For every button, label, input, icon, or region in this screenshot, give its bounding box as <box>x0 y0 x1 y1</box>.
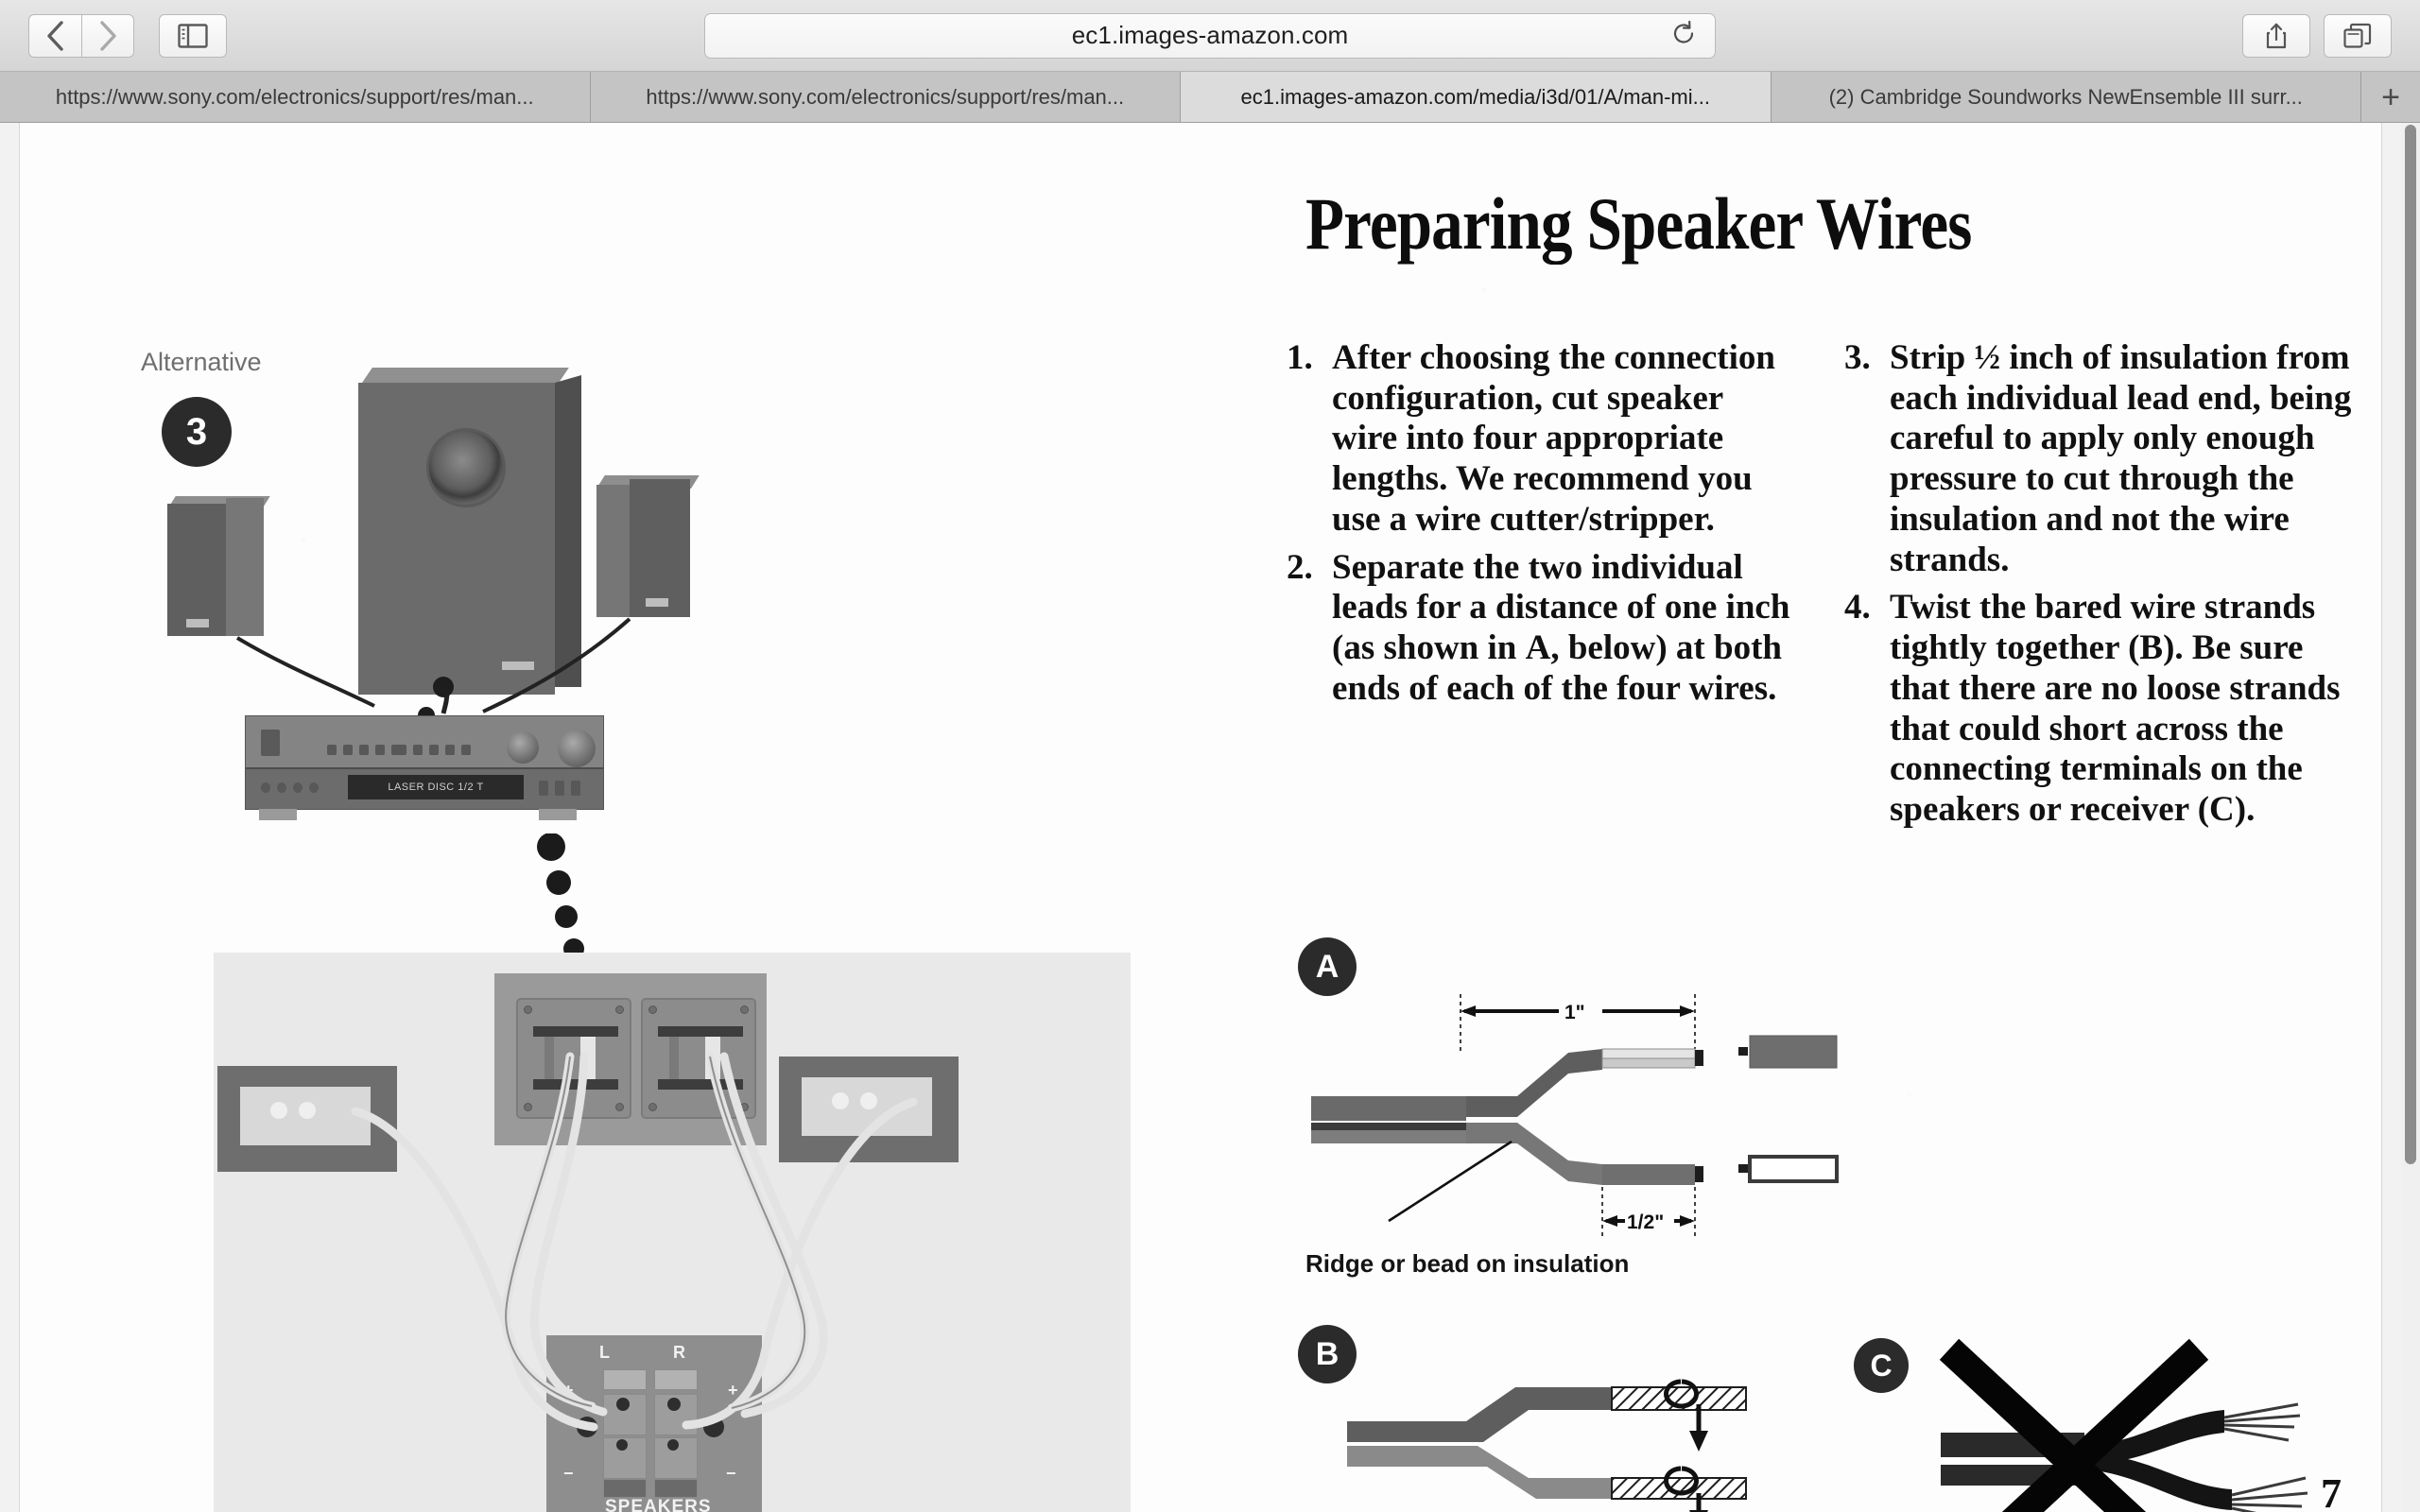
tab-3[interactable]: (2) Cambridge Soundworks NewEnsemble III… <box>1771 72 2361 122</box>
terminal-label-left: L <box>599 1343 611 1362</box>
instructions-column: Preparing Speaker Wires 1. After choosin… <box>1287 123 2381 1512</box>
receiver: LASER DISC 1/2 T <box>245 715 604 820</box>
left-satellite-logo <box>186 619 209 627</box>
terminal-block-caption: SPEAKERS <box>605 1497 712 1512</box>
step-item: 1. After choosing the connection configu… <box>1287 338 1795 541</box>
sidebar-button-wrap <box>159 13 227 58</box>
left-figure-column: Alternative 3 LASER DISC 1/2 T L R + + −… <box>20 123 1287 1512</box>
tab-bar: https://www.sony.com/electronics/support… <box>0 72 2420 123</box>
figure-b: B <box>1298 1325 1827 1512</box>
in-wall-wiring-photo: L R + + − − SPEAKERS <box>214 953 1131 1512</box>
terminal-plus-left: + <box>563 1381 575 1400</box>
tab-label: ec1.images-amazon.com/media/i3d/01/A/man… <box>1240 84 1710 109</box>
tab-overview-button[interactable] <box>2324 13 2392 58</box>
terminal-minus-left: − <box>563 1464 575 1483</box>
wall-plate-right <box>641 998 756 1119</box>
receiver-foot-right <box>539 809 577 820</box>
tab-1[interactable]: https://www.sony.com/electronics/support… <box>590 72 1181 122</box>
share-button[interactable] <box>2242 13 2310 58</box>
step-text: Separate the two individual leads for a … <box>1332 547 1790 708</box>
figure-a-artwork <box>1311 994 1839 1238</box>
receiver-lower-buttons <box>261 782 319 793</box>
receiver-knob-selector <box>507 731 539 764</box>
vertical-scrollbar-thumb[interactable] <box>2405 125 2416 1164</box>
browser-toolbar: ec1.images-amazon.com <box>0 0 2420 72</box>
tab-overview-icon <box>2343 23 2372 49</box>
tab-label: https://www.sony.com/electronics/support… <box>646 84 1125 109</box>
dotted-connector <box>537 833 584 959</box>
step-item: 2. Separate the two individual leads for… <box>1287 548 1795 710</box>
reload-icon[interactable] <box>1671 20 1696 51</box>
left-satellite-body <box>167 504 232 636</box>
receiver-transport-buttons <box>539 781 580 796</box>
right-satellite-face <box>630 479 690 617</box>
scanned-manual-page: Alternative 3 LASER DISC 1/2 T L R + + −… <box>19 123 2382 1512</box>
share-icon <box>2264 22 2289 50</box>
step-text: Twist the bared wire strands tightly tog… <box>1890 588 2341 830</box>
receiver-button-row-1 <box>327 745 401 755</box>
step-item: 3. Strip ½ inch of insulation from each … <box>1844 338 2353 580</box>
chevron-right-icon <box>97 20 118 52</box>
sidebar-icon <box>178 23 208 48</box>
step-number: 3. <box>1844 338 1871 377</box>
safari-window: ec1.images-amazon.com https://www.sony.c… <box>0 0 2420 1512</box>
step-number: 4. <box>1844 588 1871 627</box>
figure-b-artwork <box>1347 1379 1747 1512</box>
tab-2-active[interactable]: ec1.images-amazon.com/media/i3d/01/A/man… <box>1181 72 1772 122</box>
terminal-minus-right: − <box>726 1464 737 1483</box>
subwoofer-logo <box>502 662 534 670</box>
page-title: Preparing Speaker Wires <box>1305 182 1972 266</box>
step-item: 4. Twist the bared wire strands tightly … <box>1844 588 2353 830</box>
vertical-scrollbar-track[interactable] <box>2401 123 2420 1512</box>
subwoofer-driver <box>426 428 506 507</box>
right-satellite-logo <box>646 598 668 607</box>
tab-label: (2) Cambridge Soundworks NewEnsemble III… <box>1828 84 2303 109</box>
receiver-power-button <box>261 730 280 756</box>
show-sidebar-button[interactable] <box>159 13 227 58</box>
receiver-display-text: LASER DISC 1/2 T <box>388 782 484 793</box>
terminal-label-right: R <box>673 1343 686 1362</box>
figure-c-artwork <box>1939 1338 2308 1512</box>
figure-c: C <box>1854 1334 2381 1512</box>
address-bar-url: ec1.images-amazon.com <box>1071 21 1349 49</box>
figure-a-dimension-top: 1" <box>1564 1002 1585 1023</box>
figure-a-dimension-bottom: 1/2" <box>1627 1211 1665 1233</box>
tab-0[interactable]: https://www.sony.com/electronics/support… <box>0 72 591 122</box>
figure-a: A 1" 1/2" Ridge or bead on insulation <box>1298 937 1884 1297</box>
wall-plate-left <box>516 998 631 1119</box>
left-satellite-face <box>226 498 264 636</box>
speaker-terminal-block: L R + + − − SPEAKERS <box>546 1335 762 1512</box>
chevron-left-icon <box>45 20 66 52</box>
forward-button[interactable] <box>81 13 134 58</box>
toolbar-right-buttons <box>2242 13 2392 58</box>
address-bar[interactable]: ec1.images-amazon.com <box>704 12 1716 59</box>
receiver-foot-left <box>259 809 297 820</box>
step-number: 2. <box>1287 547 1313 587</box>
receiver-knob-volume <box>558 730 596 767</box>
new-tab-button[interactable]: + <box>2361 72 2420 122</box>
terminal-plus-right: + <box>728 1381 739 1400</box>
left-inwall-speaker <box>217 1066 397 1172</box>
steps-list: 1. After choosing the connection configu… <box>1287 338 2381 838</box>
page-number: 7 <box>2321 1470 2342 1512</box>
steps-column-left: 1. After choosing the connection configu… <box>1287 338 1824 838</box>
steps-column-right: 3. Strip ½ inch of insulation from each … <box>1844 338 2381 838</box>
navigation-buttons <box>28 13 227 58</box>
figure-a-caption: Ridge or bead on insulation <box>1305 1249 1630 1278</box>
back-button[interactable] <box>28 13 81 58</box>
receiver-upper-panel <box>246 716 603 767</box>
receiver-button-row-2 <box>397 745 471 755</box>
step-number: 1. <box>1287 338 1313 377</box>
right-inwall-speaker <box>779 1057 959 1162</box>
step-text: Strip ½ inch of insulation from each ind… <box>1890 338 2352 579</box>
speaker-system-photo: LASER DISC 1/2 T <box>143 354 729 846</box>
step-text: After choosing the connection configurat… <box>1332 338 1775 539</box>
subwoofer-side <box>555 375 581 687</box>
receiver-display: LASER DISC 1/2 T <box>348 775 524 799</box>
right-satellite-body <box>596 485 634 617</box>
page-viewport: Alternative 3 LASER DISC 1/2 T L R + + −… <box>0 123 2420 1512</box>
tab-label: https://www.sony.com/electronics/support… <box>55 84 534 109</box>
